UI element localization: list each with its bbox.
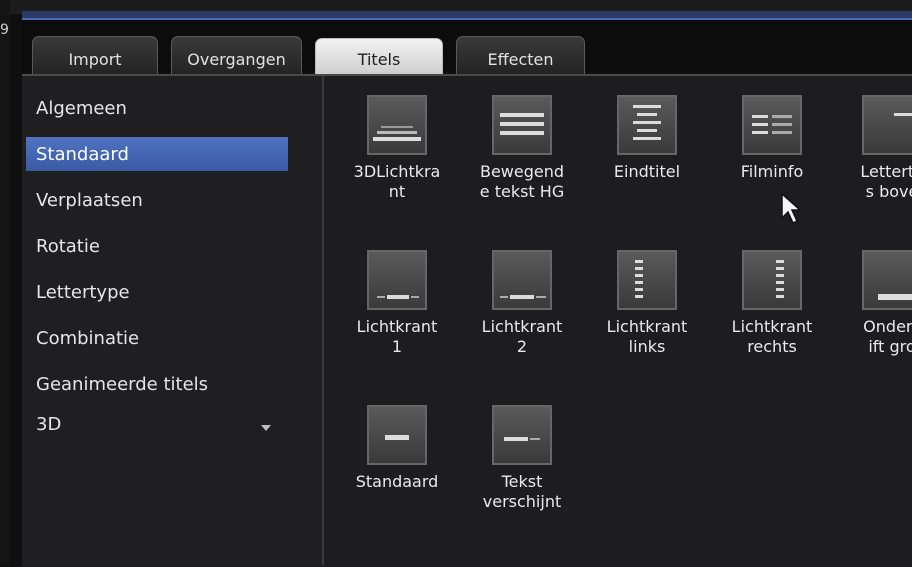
subtitle-large-icon: [862, 250, 912, 310]
template-3dlichtkrant[interactable]: 3DLichtkra nt: [337, 95, 457, 245]
template-label: Lichtkrant 2: [481, 317, 563, 356]
sidebar-item-standaard[interactable]: Standaard: [26, 137, 288, 171]
template-standaard[interactable]: Standaard: [337, 405, 457, 555]
perspective-lines-icon: [367, 95, 427, 155]
tab-effecten[interactable]: Effecten: [456, 36, 585, 74]
template-label: Filminfo: [740, 162, 804, 181]
top-accent-bar: [22, 11, 912, 20]
tab-overgangen[interactable]: Overgangen: [171, 36, 302, 74]
subtitle-icon: [367, 405, 427, 465]
sidebar-item-verplaatsen[interactable]: Verplaatsen: [26, 183, 288, 217]
template-label: Onders ift gro: [863, 317, 912, 356]
template-bewegende-tekst-hg[interactable]: Bewegend e tekst HG: [462, 95, 582, 245]
ticker-bottom-icon: [367, 250, 427, 310]
ticker-left-icon: [617, 250, 677, 310]
template-label: Lichtkrant 1: [356, 317, 438, 356]
edge-character: 9: [0, 22, 9, 38]
credits-icon: [617, 95, 677, 155]
template-label: 3DLichtkra nt: [353, 162, 441, 201]
template-tekst-verschijnt[interactable]: Tekst verschijnt: [462, 405, 582, 555]
template-lichtkrant-2[interactable]: Lichtkrant 2: [462, 250, 582, 400]
template-filminfo[interactable]: Filminfo: [712, 95, 832, 245]
template-ondertitel-groot[interactable]: Onders ift gro: [832, 250, 912, 400]
template-lichtkrant-links[interactable]: Lichtkrant links: [587, 250, 707, 400]
sidebar-item-rotatie[interactable]: Rotatie: [26, 229, 288, 263]
top-text-icon: [862, 95, 912, 155]
info-lines-icon: [742, 95, 802, 155]
template-lichtkrant-1[interactable]: Lichtkrant 1: [337, 250, 457, 400]
mouse-pointer-icon: [780, 192, 806, 230]
sidebar-item-lettertype[interactable]: Lettertype: [26, 275, 288, 309]
text-lines-icon: [492, 95, 552, 155]
template-eindtitel[interactable]: Eindtitel: [587, 95, 707, 245]
sidebar-item-combinatie[interactable]: Combinatie: [26, 321, 288, 355]
window-left-edge: [0, 0, 10, 565]
tab-import[interactable]: Import: [32, 36, 158, 74]
template-lichtkrant-rechts[interactable]: Lichtkrant rechts: [712, 250, 832, 400]
chevron-down-icon[interactable]: [261, 425, 271, 431]
template-lettertype-boven[interactable]: Letterty s bove: [832, 95, 912, 245]
sidebar-item-geanimeerde-titels[interactable]: Geanimeerde titels: [26, 367, 288, 401]
template-label: Lichtkrant links: [606, 317, 688, 356]
tab-titels[interactable]: Titels: [315, 38, 443, 74]
ticker-bottom-icon: [492, 250, 552, 310]
template-label: Lichtkrant rechts: [731, 317, 813, 356]
text-appear-icon: [492, 405, 552, 465]
sidebar-item-3d[interactable]: 3D: [26, 407, 288, 441]
template-label: Standaard: [355, 472, 439, 491]
template-label: Eindtitel: [613, 162, 681, 181]
ticker-right-icon: [742, 250, 802, 310]
template-label: Letterty s bove: [860, 162, 912, 201]
sidebar-item-algemeen[interactable]: Algemeen: [26, 91, 288, 125]
template-label: Tekst verschijnt: [482, 472, 562, 511]
template-label: Bewegend e tekst HG: [479, 162, 565, 201]
